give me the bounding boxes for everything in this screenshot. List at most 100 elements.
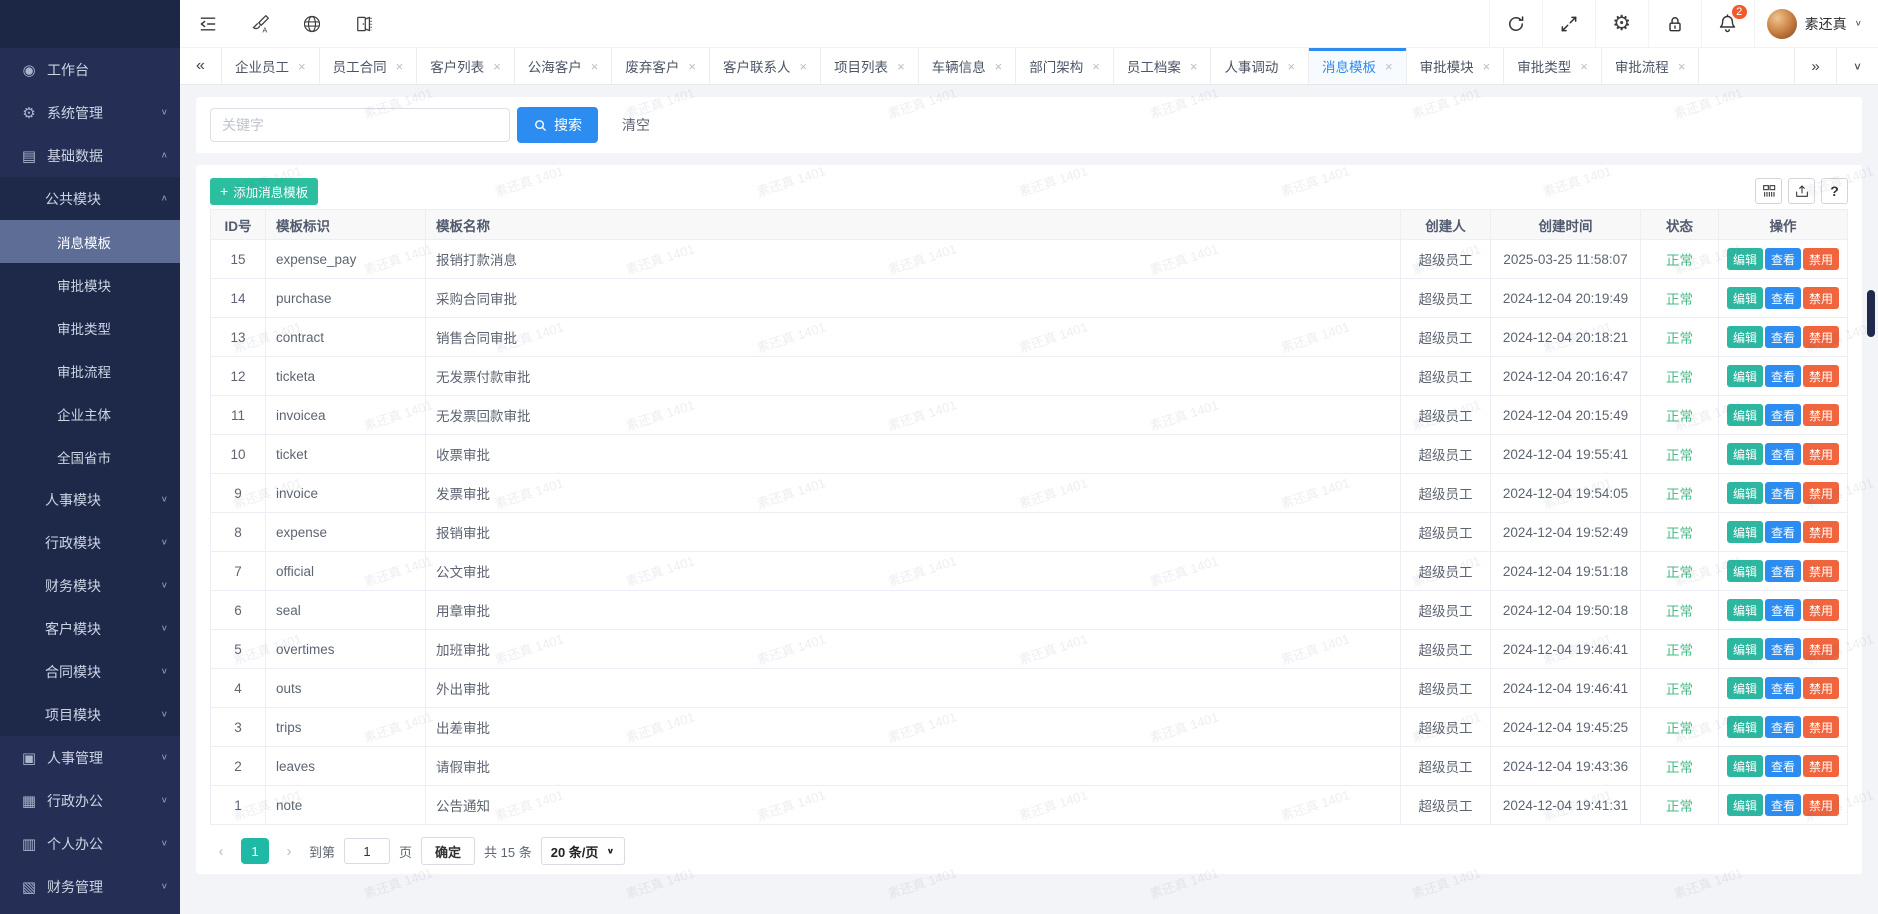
disable-button[interactable]: 禁用 — [1803, 560, 1839, 582]
tab-close-icon[interactable]: × — [688, 59, 696, 74]
edit-button[interactable]: 编辑 — [1727, 560, 1763, 582]
next-page-button[interactable]: › — [278, 843, 300, 860]
table-row[interactable]: 6 seal 用章审批 超级员工 2024-12-04 19:50:18 正常 … — [211, 591, 1847, 630]
sidebar-item-message-template[interactable]: 消息模板 — [0, 220, 180, 263]
sidebar-item-provinces[interactable]: 全国省市 — [0, 435, 180, 478]
tab-close-icon[interactable]: × — [298, 59, 306, 74]
table-row[interactable]: 10 ticket 收票审批 超级员工 2024-12-04 19:55:41 … — [211, 435, 1847, 474]
language-button[interactable] — [286, 0, 338, 48]
edit-button[interactable]: 编辑 — [1727, 716, 1763, 738]
tab-close-icon[interactable]: × — [1580, 59, 1588, 74]
tab[interactable]: 消息模板 × — [1309, 48, 1407, 84]
edit-button[interactable]: 编辑 — [1727, 638, 1763, 660]
sidebar-item-personal-office[interactable]: ▥个人办公∨ — [0, 822, 180, 865]
view-button[interactable]: 查看 — [1765, 248, 1801, 270]
tab-close-icon[interactable]: × — [1092, 59, 1100, 74]
disable-button[interactable]: 禁用 — [1803, 599, 1839, 621]
tabs-scroll-right-button[interactable]: » — [1794, 48, 1836, 84]
edit-button[interactable]: 编辑 — [1727, 287, 1763, 309]
view-button[interactable]: 查看 — [1765, 365, 1801, 387]
disable-button[interactable]: 禁用 — [1803, 755, 1839, 777]
table-row[interactable]: 3 trips 出差审批 超级员工 2024-12-04 19:45:25 正常… — [211, 708, 1847, 747]
tab[interactable]: 部门架构 × — [1016, 48, 1114, 84]
view-button[interactable]: 查看 — [1765, 521, 1801, 543]
search-button[interactable]: 搜索 — [517, 107, 598, 143]
table-row[interactable]: 9 invoice 发票审批 超级员工 2024-12-04 19:54:05 … — [211, 474, 1847, 513]
tab[interactable]: 公海客户 × — [515, 48, 613, 84]
view-button[interactable]: 查看 — [1765, 677, 1801, 699]
tab-close-icon[interactable]: × — [396, 59, 404, 74]
sidebar-item-hr-module[interactable]: 人事模块∨ — [0, 478, 180, 521]
tab[interactable]: 客户列表 × — [417, 48, 515, 84]
view-button[interactable]: 查看 — [1765, 755, 1801, 777]
edit-button[interactable]: 编辑 — [1727, 482, 1763, 504]
edit-button[interactable]: 编辑 — [1727, 443, 1763, 465]
scrollbar-thumb[interactable] — [1867, 290, 1875, 337]
help-button[interactable]: ? — [1821, 178, 1848, 204]
disable-button[interactable]: 禁用 — [1803, 638, 1839, 660]
edit-button[interactable]: 编辑 — [1727, 248, 1763, 270]
view-button[interactable]: 查看 — [1765, 404, 1801, 426]
page-size-select[interactable]: 20 条/页 ∨ — [541, 837, 625, 865]
sidebar-item-project-module[interactable]: 项目模块∨ — [0, 693, 180, 736]
edit-button[interactable]: 编辑 — [1727, 794, 1763, 816]
edit-button[interactable]: 编辑 — [1727, 521, 1763, 543]
view-button[interactable]: 查看 — [1765, 287, 1801, 309]
tab-close-icon[interactable]: × — [799, 59, 807, 74]
tab[interactable]: 废弃客户 × — [612, 48, 710, 84]
disable-button[interactable]: 禁用 — [1803, 248, 1839, 270]
view-button[interactable]: 查看 — [1765, 638, 1801, 660]
table-row[interactable]: 5 overtimes 加班审批 超级员工 2024-12-04 19:46:4… — [211, 630, 1847, 669]
table-row[interactable]: 1 note 公告通知 超级员工 2024-12-04 19:41:31 正常 … — [211, 786, 1847, 825]
tab-close-icon[interactable]: × — [1287, 59, 1295, 74]
tab[interactable]: 审批类型 × — [1504, 48, 1602, 84]
sidebar-item-approval-flow[interactable]: 审批流程 — [0, 349, 180, 392]
table-row[interactable]: 15 expense_pay 报销打款消息 超级员工 2025-03-25 11… — [211, 240, 1847, 279]
lock-screen-button[interactable] — [1648, 0, 1701, 48]
sidebar-item-admin-module[interactable]: 行政模块∨ — [0, 521, 180, 564]
tab[interactable]: 车辆信息 × — [919, 48, 1017, 84]
refresh-button[interactable] — [1489, 0, 1542, 48]
theme-brush-button[interactable]: A — [234, 0, 286, 48]
export-button[interactable] — [1788, 178, 1815, 204]
tabs-scroll-left-button[interactable]: « — [180, 48, 222, 84]
disable-button[interactable]: 禁用 — [1803, 287, 1839, 309]
collapse-sidebar-button[interactable] — [182, 0, 234, 48]
view-button[interactable]: 查看 — [1765, 326, 1801, 348]
tab-close-icon[interactable]: × — [897, 59, 905, 74]
sidebar-item-public-module[interactable]: 公共模块∧ — [0, 177, 180, 220]
table-row[interactable]: 14 purchase 采购合同审批 超级员工 2024-12-04 20:19… — [211, 279, 1847, 318]
disable-button[interactable]: 禁用 — [1803, 326, 1839, 348]
scrollbar-track[interactable] — [1867, 85, 1875, 914]
table-row[interactable]: 13 contract 销售合同审批 超级员工 2024-12-04 20:18… — [211, 318, 1847, 357]
page-1-button[interactable]: 1 — [241, 838, 269, 864]
view-button[interactable]: 查看 — [1765, 443, 1801, 465]
notifications-button[interactable]: 2 — [1701, 0, 1754, 48]
tab-close-icon[interactable]: × — [995, 59, 1003, 74]
fullscreen-button[interactable] — [1542, 0, 1595, 48]
add-template-button[interactable]: + 添加消息模板 — [210, 178, 318, 205]
disable-button[interactable]: 禁用 — [1803, 794, 1839, 816]
sidebar-item-finance-module[interactable]: 财务模块∨ — [0, 564, 180, 607]
tab[interactable]: 项目列表 × — [821, 48, 919, 84]
tab[interactable]: 审批流程 × — [1602, 48, 1700, 84]
tab-close-icon[interactable]: × — [591, 59, 599, 74]
table-row[interactable]: 4 outs 外出审批 超级员工 2024-12-04 19:46:41 正常 … — [211, 669, 1847, 708]
disable-button[interactable]: 禁用 — [1803, 677, 1839, 699]
edit-button[interactable]: 编辑 — [1727, 677, 1763, 699]
sidebar-item-contract-module[interactable]: 合同模块∨ — [0, 650, 180, 693]
screen-panel-button[interactable] — [338, 0, 390, 48]
disable-button[interactable]: 禁用 — [1803, 482, 1839, 504]
view-button[interactable]: 查看 — [1765, 560, 1801, 582]
table-row[interactable]: 7 official 公文审批 超级员工 2024-12-04 19:51:18… — [211, 552, 1847, 591]
view-button[interactable]: 查看 — [1765, 716, 1801, 738]
tab[interactable]: 人事调动 × — [1211, 48, 1309, 84]
prev-page-button[interactable]: ‹ — [210, 843, 232, 860]
edit-button[interactable]: 编辑 — [1727, 365, 1763, 387]
clear-button[interactable]: 清空 — [622, 115, 650, 135]
tab[interactable]: 客户联系人 × — [710, 48, 821, 84]
sidebar-item-workbench[interactable]: ◉工作台 — [0, 48, 180, 91]
settings-button[interactable]: ⚙ — [1595, 0, 1648, 48]
tab[interactable]: 企业员工 × — [222, 48, 320, 84]
disable-button[interactable]: 禁用 — [1803, 443, 1839, 465]
